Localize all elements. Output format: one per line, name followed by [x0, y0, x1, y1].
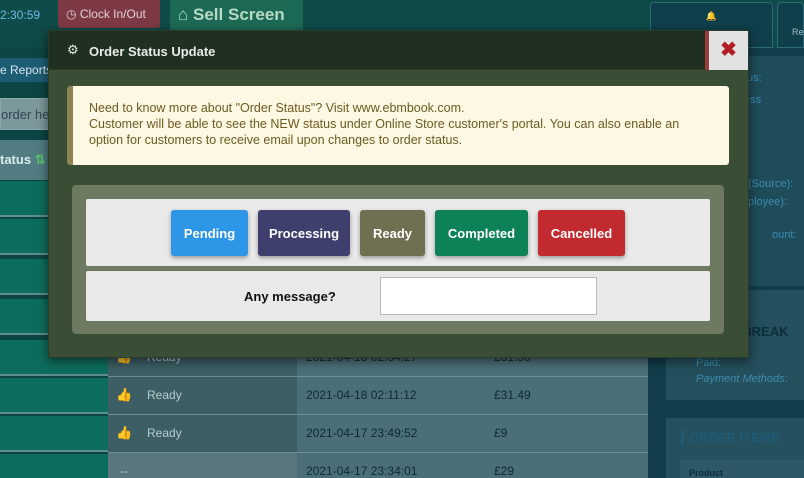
clock-in-out-button[interactable]: ◷ Clock In/Out: [58, 0, 160, 28]
table-row[interactable]: -- 2021-04-17 23:34:01 £29: [108, 452, 648, 478]
left-row[interactable]: [0, 378, 108, 414]
info-alert: Need to know more about "Order Status"? …: [67, 86, 729, 165]
status-cell: 👍 Ready: [108, 377, 297, 415]
modal-header: ⚙ Order Status Update ✖: [49, 31, 748, 70]
close-button[interactable]: ✖: [705, 31, 748, 70]
status-cell: 👍 Ready: [108, 415, 297, 453]
order-status-modal: ⚙ Order Status Update ✖ Need to know mor…: [48, 30, 749, 358]
amount-cell: £29: [494, 464, 515, 478]
status-header-label: tatus: [0, 152, 32, 167]
thumbs-up-icon: 👍: [116, 387, 133, 402]
date-cell: 2021-04-17 23:49:52: [306, 426, 418, 440]
thumbs-up-icon: 👍: [116, 425, 133, 440]
date-cell: 2021-04-17 23:34:01: [306, 464, 418, 478]
status-text: Ready: [147, 426, 182, 440]
source-field-label: (Source):: [748, 178, 794, 190]
clock-icon: ◷: [66, 7, 77, 21]
left-row[interactable]: [0, 454, 108, 478]
reports-tab[interactable]: e Reports: [0, 58, 52, 82]
count-field-label: ount:: [772, 229, 797, 241]
message-input[interactable]: [380, 277, 597, 315]
left-row[interactable]: [0, 416, 108, 452]
status-text: --: [120, 464, 128, 478]
completed-button[interactable]: Completed: [435, 210, 528, 256]
payment-methods-label: Payment Methods:: [696, 373, 788, 385]
gear-icon: ⚙: [67, 42, 79, 57]
info-line-2: Customer will be able to see the NEW sta…: [89, 117, 680, 131]
order-items-title: ORDER ITEMS: [681, 430, 779, 445]
info-line-3: option for customers to receive email up…: [89, 133, 463, 147]
table-row[interactable]: 👍 Ready 2021-04-17 23:49:52 £9: [108, 414, 648, 453]
status-text: Ready: [147, 388, 182, 402]
sell-screen-label: Sell Screen: [193, 5, 285, 24]
table-row[interactable]: 👍 Ready 2021-04-18 02:11:12 £31.49: [108, 376, 648, 415]
amount-cell: £31.49: [494, 388, 531, 402]
paid-label: Paid:: [696, 357, 722, 369]
pending-button[interactable]: Pending: [171, 210, 248, 256]
message-label: Any message?: [244, 289, 336, 304]
clock-display: 2:30:59: [0, 8, 41, 22]
date-cell: 2021-04-18 02:11:12: [306, 388, 417, 402]
right-top-tab-2-label: Re: [792, 27, 804, 37]
bell-icon: 🔔: [705, 11, 718, 21]
amount-cell: £9: [494, 426, 508, 440]
ready-button[interactable]: Ready: [360, 210, 425, 256]
info-line-1: Need to know more about "Order Status"? …: [89, 101, 465, 115]
home-icon: ⌂: [178, 5, 189, 24]
product-column-header: Product: [680, 460, 804, 478]
cancelled-button[interactable]: Cancelled: [538, 210, 625, 256]
sell-screen-button[interactable]: ⌂ Sell Screen: [170, 0, 303, 30]
processing-button[interactable]: Processing: [258, 210, 350, 256]
clock-in-out-label: Clock In/Out: [79, 7, 146, 21]
modal-title: Order Status Update: [89, 44, 216, 59]
message-row: Any message?: [86, 271, 710, 321]
employee-field-label: ployee):: [748, 196, 788, 208]
sort-icon: ⇅: [34, 152, 46, 167]
status-cell: --: [108, 453, 297, 478]
status-selection-card: Pending Processing Ready Completed Cance…: [72, 185, 724, 334]
status-button-row: Pending Processing Ready Completed Cance…: [86, 199, 710, 266]
right-top-tab-2[interactable]: Re: [777, 2, 804, 48]
